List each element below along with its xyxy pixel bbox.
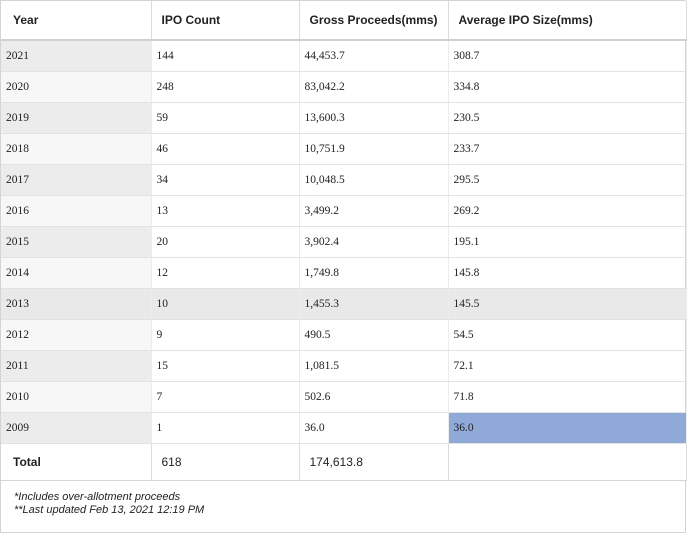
cell-ipo-count: 7 xyxy=(151,381,300,413)
cell-average-ipo-size: 54.5 xyxy=(448,319,687,351)
cell-ipo-count: 248 xyxy=(151,71,300,103)
table-total-row: Total 618 174,613.8 xyxy=(1,443,687,481)
cell-year: 2017 xyxy=(1,164,152,196)
cell-year: 2016 xyxy=(1,195,152,227)
table-row: 2011 15 1,081.5 72.1 xyxy=(1,350,687,382)
total-ipo-count: 618 xyxy=(151,443,300,481)
cell-gross-proceeds: 44,453.7 xyxy=(299,40,449,72)
cell-average-ipo-size: 72.1 xyxy=(448,350,687,382)
cell-gross-proceeds: 1,081.5 xyxy=(299,350,449,382)
cell-year: 2018 xyxy=(1,133,152,165)
header-gross-proceeds[interactable]: Gross Proceeds(mms) xyxy=(299,1,449,41)
cell-year: 2020 xyxy=(1,71,152,103)
footnote-last-updated: **Last updated Feb 13, 2021 12:19 PM xyxy=(14,504,205,516)
cell-gross-proceeds: 1,455.3 xyxy=(299,288,449,320)
ipo-stats-table: Year IPO Count Gross Proceeds(mms) Avera… xyxy=(1,1,687,481)
cell-gross-proceeds: 13,600.3 xyxy=(299,102,449,134)
cell-year: 2009 xyxy=(1,412,152,444)
cell-gross-proceeds: 36.0 xyxy=(299,412,449,444)
table-row: 2009 1 36.0 36.0 xyxy=(1,412,687,444)
cell-gross-proceeds: 10,048.5 xyxy=(299,164,449,196)
cell-average-ipo-size: 269.2 xyxy=(448,195,687,227)
cell-average-ipo-size: 145.5 xyxy=(448,288,687,320)
cell-average-ipo-size: 233.7 xyxy=(448,133,687,165)
cell-gross-proceeds: 10,751.9 xyxy=(299,133,449,165)
cell-ipo-count: 13 xyxy=(151,195,300,227)
table-row: 2019 59 13,600.3 230.5 xyxy=(1,102,687,134)
cell-average-ipo-size: 36.0 xyxy=(448,412,687,444)
cell-average-ipo-size: 230.5 xyxy=(448,102,687,134)
header-average-ipo-size[interactable]: Average IPO Size(mms) xyxy=(448,1,687,41)
cell-year: 2013 xyxy=(1,288,152,320)
table-row: 2021 144 44,453.7 308.7 xyxy=(1,40,687,72)
header-ipo-count[interactable]: IPO Count xyxy=(151,1,300,41)
cell-average-ipo-size: 308.7 xyxy=(448,40,687,72)
cell-average-ipo-size: 145.8 xyxy=(448,257,687,289)
cell-average-ipo-size: 195.1 xyxy=(448,226,687,258)
ipo-table-panel: Year IPO Count Gross Proceeds(mms) Avera… xyxy=(0,0,687,533)
table-row: 2016 13 3,499.2 269.2 xyxy=(1,195,687,227)
table-row: 2012 9 490.5 54.5 xyxy=(1,319,687,351)
table-header-row: Year IPO Count Gross Proceeds(mms) Avera… xyxy=(1,1,687,41)
cell-gross-proceeds: 490.5 xyxy=(299,319,449,351)
cell-ipo-count: 15 xyxy=(151,350,300,382)
cell-gross-proceeds: 502.6 xyxy=(299,381,449,413)
cell-gross-proceeds: 1,749.8 xyxy=(299,257,449,289)
cell-ipo-count: 144 xyxy=(151,40,300,72)
table-row: 2020 248 83,042.2 334.8 xyxy=(1,71,687,103)
table-row: 2010 7 502.6 71.8 xyxy=(1,381,687,413)
cell-average-ipo-size: 295.5 xyxy=(448,164,687,196)
table-row: 2015 20 3,902.4 195.1 xyxy=(1,226,687,258)
cell-average-ipo-size: 71.8 xyxy=(448,381,687,413)
cell-ipo-count: 10 xyxy=(151,288,300,320)
total-label: Total xyxy=(1,443,152,481)
table-row: 2017 34 10,048.5 295.5 xyxy=(1,164,687,196)
cell-ipo-count: 34 xyxy=(151,164,300,196)
table-row: 2018 46 10,751.9 233.7 xyxy=(1,133,687,165)
cell-year: 2021 xyxy=(1,40,152,72)
cell-gross-proceeds: 83,042.2 xyxy=(299,71,449,103)
cell-ipo-count: 59 xyxy=(151,102,300,134)
footnotes: *Includes over-allotment proceeds **Last… xyxy=(14,491,204,517)
cell-ipo-count: 9 xyxy=(151,319,300,351)
cell-average-ipo-size: 334.8 xyxy=(448,71,687,103)
table-row: 2014 12 1,749.8 145.8 xyxy=(1,257,687,289)
cell-gross-proceeds: 3,902.4 xyxy=(299,226,449,258)
cell-ipo-count: 46 xyxy=(151,133,300,165)
cell-ipo-count: 12 xyxy=(151,257,300,289)
cell-year: 2015 xyxy=(1,226,152,258)
total-gross-proceeds: 174,613.8 xyxy=(299,443,449,481)
table-row: 2013 10 1,455.3 145.5 xyxy=(1,288,687,320)
header-year[interactable]: Year xyxy=(1,1,152,41)
cell-ipo-count: 1 xyxy=(151,412,300,444)
cell-gross-proceeds: 3,499.2 xyxy=(299,195,449,227)
footnote-over-allotment: *Includes over-allotment proceeds xyxy=(14,491,181,503)
cell-year: 2012 xyxy=(1,319,152,351)
total-average-ipo-size xyxy=(448,443,687,481)
cell-year: 2019 xyxy=(1,102,152,134)
cell-ipo-count: 20 xyxy=(151,226,300,258)
cell-year: 2011 xyxy=(1,350,152,382)
cell-year: 2014 xyxy=(1,257,152,289)
cell-year: 2010 xyxy=(1,381,152,413)
